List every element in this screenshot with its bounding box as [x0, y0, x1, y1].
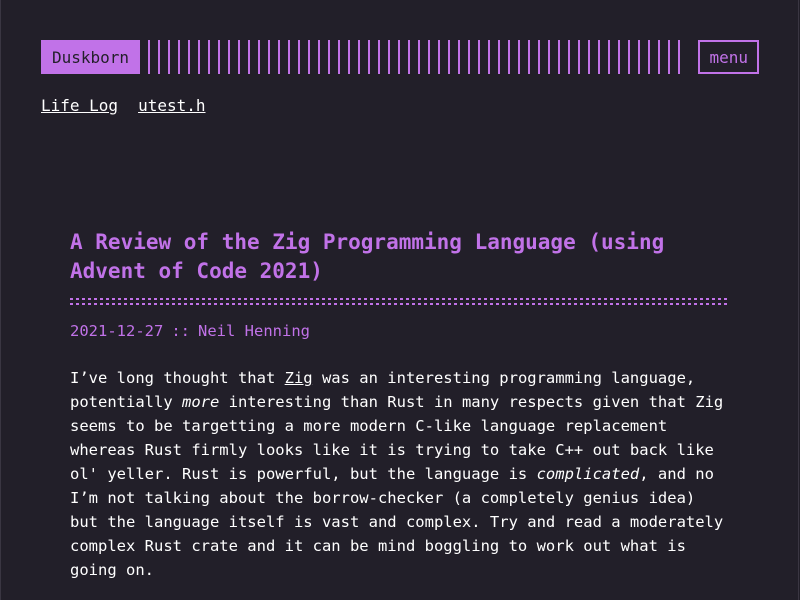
- menu-button[interactable]: menu: [698, 40, 759, 74]
- site-logo[interactable]: Duskborn: [41, 40, 141, 74]
- nav-link-life-log[interactable]: Life Log: [41, 96, 118, 115]
- logo-stripes-decoration: [148, 40, 683, 74]
- nav-link-utest[interactable]: utest.h: [138, 96, 205, 115]
- meta-separator: ::: [171, 322, 190, 340]
- top-nav: Life Log utest.h: [41, 96, 206, 115]
- post-title[interactable]: A Review of the Zig Programming Language…: [70, 228, 730, 286]
- post-article: A Review of the Zig Programming Language…: [70, 228, 730, 582]
- post-date: 2021-12-27: [70, 322, 164, 340]
- zig-link[interactable]: Zig: [285, 369, 313, 387]
- body-text-1: I’ve long thought that: [70, 369, 285, 387]
- title-divider: [70, 298, 730, 305]
- post-meta: 2021-12-27 :: Neil Henning: [70, 322, 730, 340]
- emphasis-more: more: [181, 393, 220, 411]
- site-header: Duskborn menu: [41, 40, 759, 74]
- post-body: I’ve long thought that Zig was an intere…: [70, 366, 730, 582]
- post-author: Neil Henning: [198, 322, 310, 340]
- post-paragraph: I’ve long thought that Zig was an intere…: [70, 366, 730, 582]
- emphasis-complicated: complicated: [536, 465, 640, 483]
